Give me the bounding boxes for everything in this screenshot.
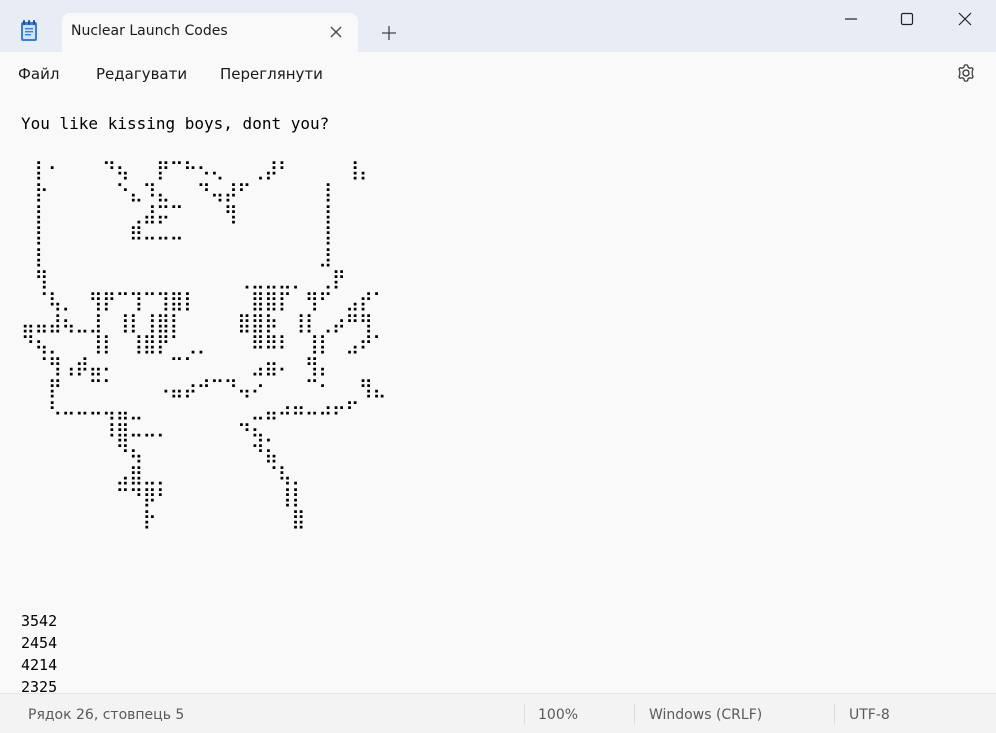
notepad-window: Nuclear Launch Codes Файл Редагувати Пер…	[0, 0, 996, 733]
cursor-position[interactable]: Рядок 26, стовпець 5	[28, 707, 184, 723]
maximize-button[interactable]	[884, 4, 930, 34]
maximize-icon	[900, 12, 914, 26]
status-divider	[634, 704, 635, 724]
code-line: 4214	[21, 656, 58, 674]
text-editor[interactable]: You like kissing boys, dont you? ⠀⡇⠂⠀⠀⠀⠙…	[0, 94, 996, 693]
close-icon	[958, 12, 972, 26]
status-divider	[834, 704, 835, 724]
menu-file[interactable]: Файл	[18, 65, 59, 83]
menu-bar: Файл Редагувати Переглянути	[0, 52, 996, 95]
menu-view[interactable]: Переглянути	[220, 65, 323, 83]
encoding[interactable]: UTF-8	[849, 707, 890, 723]
plus-icon[interactable]	[380, 24, 398, 42]
close-icon[interactable]	[328, 24, 344, 40]
code-line: 3542	[21, 612, 58, 630]
gear-icon[interactable]	[956, 63, 976, 83]
tab-active[interactable]: Nuclear Launch Codes	[62, 13, 358, 52]
minimize-button[interactable]	[828, 4, 874, 34]
notepad-icon	[21, 20, 37, 41]
menu-edit[interactable]: Редагувати	[96, 65, 187, 83]
line-ending[interactable]: Windows (CRLF)	[649, 707, 762, 723]
close-window-button[interactable]	[942, 4, 988, 34]
status-bar: Рядок 26, стовпець 5 100% Windows (CRLF)…	[0, 693, 996, 733]
braille-ascii-art: ⠀⡇⠂⠀⠀⠀⠙⢦⠀⠀⡟⠉⠓⠢⢄⠀⠀⢀⡼⠃⠀⠀⠀⠀⢸⡄ ⠀⡗⠀⠀⠀⠀⠀⠑⣄⠹⣄⠀⠀…	[21, 159, 386, 530]
title-bar[interactable]: Nuclear Launch Codes	[0, 0, 996, 52]
launch-codes-list: 3542 2454 4214 2325	[21, 610, 57, 693]
tab-title: Nuclear Launch Codes	[71, 23, 228, 39]
code-line: 2325	[21, 678, 58, 693]
status-divider	[524, 704, 525, 724]
document-first-line: You like kissing boys, dont you?	[21, 114, 330, 133]
zoom-level[interactable]: 100%	[538, 707, 578, 723]
minimize-icon	[845, 18, 857, 20]
code-line: 2454	[21, 634, 58, 652]
